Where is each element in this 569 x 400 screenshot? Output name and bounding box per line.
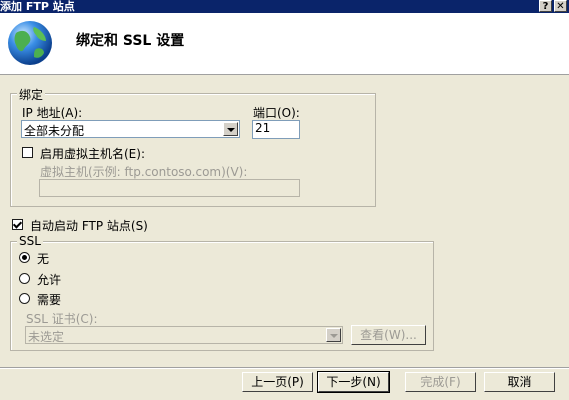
ssl-cert-select[interactable]: 未选定 — [25, 326, 343, 344]
ssl-none-label: 无 — [37, 252, 50, 266]
port-input[interactable]: 21 — [252, 120, 300, 139]
close-button[interactable]: ✕ — [554, 0, 567, 12]
autostart-checkbox[interactable] — [12, 219, 23, 230]
autostart-label: 自动启动 FTP 站点(S) — [30, 219, 148, 233]
title-bar: 添加 FTP 站点 ? ✕ — [0, 0, 569, 13]
window-title: 添加 FTP 站点 — [0, 0, 75, 13]
cancel-button[interactable]: 取消 — [484, 372, 555, 392]
vhost-checkbox-label: 启用虚拟主机名(E): — [40, 147, 145, 161]
binding-legend: 绑定 — [17, 86, 46, 103]
port-label: 端口(O): — [253, 106, 300, 120]
vhost-checkbox[interactable] — [22, 147, 33, 158]
chevron-down-icon[interactable] — [326, 328, 341, 342]
ssl-none-radio[interactable] — [19, 252, 30, 263]
ssl-cert-value: 未选定 — [28, 330, 65, 344]
ssl-allow-radio[interactable] — [19, 273, 30, 284]
ssl-allow-label: 允许 — [37, 273, 62, 287]
prev-button[interactable]: 上一页(P) — [242, 372, 313, 392]
next-button[interactable]: 下一步(N) — [317, 371, 390, 393]
footer-divider — [0, 367, 569, 369]
ip-address-select[interactable]: 全部未分配 — [21, 120, 240, 138]
ssl-legend: SSL — [17, 234, 43, 248]
ssl-require-label: 需要 — [37, 293, 62, 307]
page-title: 绑定和 SSL 设置 — [76, 33, 185, 49]
ssl-require-radio[interactable] — [19, 293, 30, 304]
vhost-input[interactable] — [39, 179, 300, 197]
help-button[interactable]: ? — [539, 0, 552, 12]
ip-address-value: 全部未分配 — [24, 124, 85, 138]
ip-address-label: IP 地址(A): — [22, 106, 83, 120]
vhost-field-label: 虚拟主机(示例: ftp.contoso.com)(V): — [40, 165, 248, 179]
globe-icon — [8, 21, 52, 65]
ssl-cert-label: SSL 证书(C): — [26, 312, 98, 326]
chevron-down-icon[interactable] — [223, 122, 238, 136]
finish-button[interactable]: 完成(F) — [405, 372, 476, 392]
view-cert-button[interactable]: 查看(W)... — [351, 325, 426, 345]
wizard-header: 绑定和 SSL 设置 — [0, 13, 569, 75]
